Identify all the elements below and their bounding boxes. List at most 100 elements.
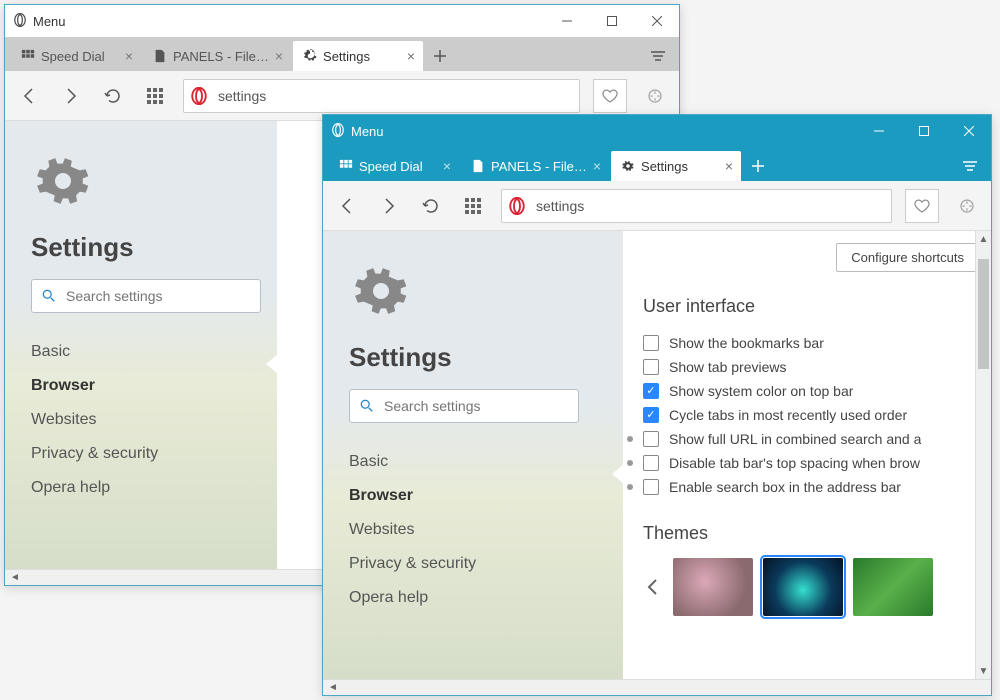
opt-disable-tab-spacing[interactable]: Disable tab bar's top spacing when brow [627, 451, 979, 475]
speed-dial-button[interactable] [141, 82, 169, 110]
theme-thumb-3[interactable] [853, 558, 933, 616]
grid-icon [21, 49, 35, 63]
tab-close-icon[interactable]: × [407, 49, 415, 63]
extensions-button[interactable] [641, 82, 669, 110]
nav-websites[interactable]: Websites [31, 403, 257, 437]
tab-speed-dial[interactable]: Speed Dial × [11, 41, 141, 71]
menu-label[interactable]: Menu [33, 14, 66, 29]
opt-enable-search-box[interactable]: Enable search box in the address bar [627, 475, 979, 499]
opt-show-tab-previews[interactable]: Show tab previews [643, 355, 979, 379]
themes-row [643, 558, 979, 616]
opt-show-system-color[interactable]: Show system color on top bar [643, 379, 979, 403]
nav-websites[interactable]: Websites [349, 513, 603, 547]
tab-close-icon[interactable]: × [443, 159, 451, 173]
scroll-up-icon[interactable]: ▲ [976, 231, 991, 247]
opt-label: Enable search box in the address bar [669, 479, 901, 495]
grid-icon [339, 159, 353, 173]
search-icon [360, 399, 374, 413]
theme-thumb-1[interactable] [673, 558, 753, 616]
back-button[interactable] [15, 82, 43, 110]
tab-label: Speed Dial [359, 159, 423, 174]
search-icon [42, 289, 56, 303]
checkbox[interactable] [643, 479, 659, 495]
tab-close-icon[interactable]: × [125, 49, 133, 63]
extensions-button[interactable] [953, 192, 981, 220]
sidebar-search-input[interactable] [64, 287, 250, 305]
tab-panels-file[interactable]: PANELS - File… × [461, 151, 609, 181]
opt-label: Cycle tabs in most recently used order [669, 407, 907, 423]
tab-label: Settings [641, 159, 688, 174]
nav-opera-help[interactable]: Opera help [349, 581, 603, 615]
horizontal-scrollbar[interactable]: ◄ [323, 679, 991, 695]
opt-cycle-tabs-mru[interactable]: Cycle tabs in most recently used order [643, 403, 979, 427]
chevron-left-icon[interactable] [643, 577, 663, 597]
tab-close-icon[interactable]: × [275, 49, 283, 63]
tab-menu-icon[interactable] [643, 41, 673, 71]
scroll-left-icon[interactable]: ◄ [325, 682, 341, 693]
vertical-scrollbar[interactable]: ▲ ▼ [975, 231, 991, 679]
opt-show-bookmarks-bar[interactable]: Show the bookmarks bar [643, 331, 979, 355]
address-input[interactable] [216, 87, 573, 105]
tab-settings[interactable]: Settings × [611, 151, 741, 181]
sidebar-search[interactable] [31, 279, 261, 313]
minimize-button[interactable] [544, 5, 589, 37]
nav-basic[interactable]: Basic [349, 445, 603, 479]
minimize-button[interactable] [856, 115, 901, 147]
new-tab-button[interactable] [743, 151, 773, 181]
content-area: Settings Basic Browser Websites Privacy … [323, 231, 991, 679]
nav-basic[interactable]: Basic [31, 335, 257, 369]
theme-thumb-2[interactable] [763, 558, 843, 616]
opt-label: Disable tab bar's top spacing when brow [669, 455, 920, 471]
speed-dial-button[interactable] [459, 192, 487, 220]
tab-panels-file[interactable]: PANELS - File… × [143, 41, 291, 71]
nav-browser[interactable]: Browser [31, 369, 257, 403]
back-button[interactable] [333, 192, 361, 220]
opt-label: Show tab previews [669, 359, 787, 375]
tab-menu-icon[interactable] [955, 151, 985, 181]
forward-button[interactable] [375, 192, 403, 220]
checkbox[interactable] [643, 383, 659, 399]
nav-privacy-security[interactable]: Privacy & security [31, 437, 257, 471]
tab-close-icon[interactable]: × [593, 159, 601, 173]
scroll-left-icon[interactable]: ◄ [7, 572, 23, 583]
checkbox[interactable] [643, 407, 659, 423]
file-icon [471, 159, 485, 173]
titlebar: Menu [5, 5, 679, 37]
sidebar-search-input[interactable] [382, 397, 568, 415]
sidebar-search[interactable] [349, 389, 579, 423]
section-themes: Themes [643, 523, 979, 544]
forward-button[interactable] [57, 82, 85, 110]
address-bar[interactable] [501, 189, 892, 223]
checkbox[interactable] [643, 455, 659, 471]
bookmark-heart-button[interactable] [593, 79, 627, 113]
maximize-button[interactable] [589, 5, 634, 37]
address-bar[interactable] [183, 79, 580, 113]
nav-opera-help[interactable]: Opera help [31, 471, 257, 505]
checkbox[interactable] [643, 431, 659, 447]
opt-show-full-url[interactable]: Show full URL in combined search and a [627, 427, 979, 451]
configure-shortcuts-button[interactable]: Configure shortcuts [836, 243, 979, 272]
close-button[interactable] [946, 115, 991, 147]
menu-label[interactable]: Menu [351, 124, 384, 139]
opt-label: Show system color on top bar [669, 383, 853, 399]
nav-privacy-security[interactable]: Privacy & security [349, 547, 603, 581]
scroll-down-icon[interactable]: ▼ [976, 663, 991, 679]
bookmark-heart-button[interactable] [905, 189, 939, 223]
settings-gear-icon [31, 149, 95, 213]
opera-o-icon [508, 197, 526, 215]
sidebar-title: Settings [31, 232, 257, 263]
maximize-button[interactable] [901, 115, 946, 147]
reload-button[interactable] [417, 192, 445, 220]
tab-close-icon[interactable]: × [725, 159, 733, 173]
checkbox[interactable] [643, 359, 659, 375]
scroll-thumb[interactable] [978, 259, 989, 369]
tab-speed-dial[interactable]: Speed Dial × [329, 151, 459, 181]
close-button[interactable] [634, 5, 679, 37]
new-tab-button[interactable] [425, 41, 455, 71]
tab-settings[interactable]: Settings × [293, 41, 423, 71]
reload-button[interactable] [99, 82, 127, 110]
nav-browser[interactable]: Browser [349, 479, 603, 513]
opera-window-b: Menu Speed Dial × PANELS - File… × Setti… [322, 114, 992, 696]
address-input[interactable] [534, 197, 885, 215]
checkbox[interactable] [643, 335, 659, 351]
